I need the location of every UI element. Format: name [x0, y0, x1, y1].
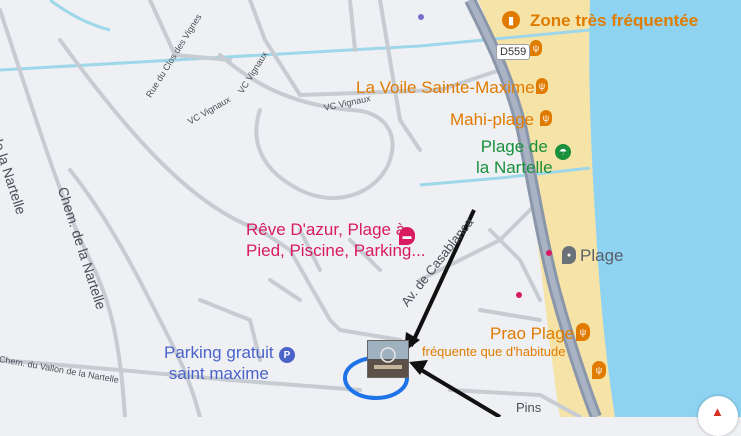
- poi-parking-line2: saint maxime: [168, 364, 269, 383]
- poi-la-voile[interactable]: La Voile Sainte-Maxime: [356, 78, 535, 98]
- restaurant-icon[interactable]: ψ: [536, 78, 548, 94]
- poi-mahi-plage[interactable]: Mahi-plage: [450, 110, 534, 130]
- poi-parking[interactable]: Parking gratuit saint maxime: [164, 342, 274, 384]
- trend-icon: ▮: [502, 11, 520, 29]
- restaurant-icon[interactable]: ψ: [530, 40, 542, 56]
- sea-area: [585, 0, 741, 417]
- marker-dot[interactable]: [516, 292, 522, 298]
- poi-parking-line1: Parking gratuit: [164, 343, 274, 362]
- directions-button[interactable]: ▲: [698, 396, 738, 436]
- poi-plage-nartelle-line1: Plage de: [480, 137, 548, 156]
- poi-plage[interactable]: Plage: [580, 246, 623, 266]
- restaurant-icon[interactable]: ψ: [540, 110, 552, 126]
- restaurant-icon[interactable]: ψ: [576, 323, 590, 341]
- road-shield-d559: D559: [496, 44, 531, 60]
- parking-icon[interactable]: P: [279, 347, 295, 363]
- place-icon[interactable]: ●: [562, 246, 576, 264]
- marker-dot[interactable]: [418, 14, 424, 20]
- restaurant-icon[interactable]: ψ: [592, 361, 606, 379]
- poi-plage-nartelle-line2: la Nartelle: [476, 158, 553, 177]
- lodging-icon[interactable]: ▬: [399, 227, 415, 245]
- poi-prao-plage[interactable]: Prao Plage: [490, 324, 574, 344]
- road-pins: Pins: [516, 400, 542, 415]
- zone-label: Zone très fréquentée: [530, 11, 699, 30]
- place-photo-thumbnail[interactable]: [367, 340, 409, 378]
- poi-plage-nartelle[interactable]: Plage de la Nartelle: [476, 136, 553, 178]
- marker-dot[interactable]: [546, 250, 552, 256]
- photo-image: [368, 341, 408, 377]
- beach-icon[interactable]: ☂: [555, 144, 571, 160]
- busy-note: fréquente que d'habitude: [422, 344, 566, 359]
